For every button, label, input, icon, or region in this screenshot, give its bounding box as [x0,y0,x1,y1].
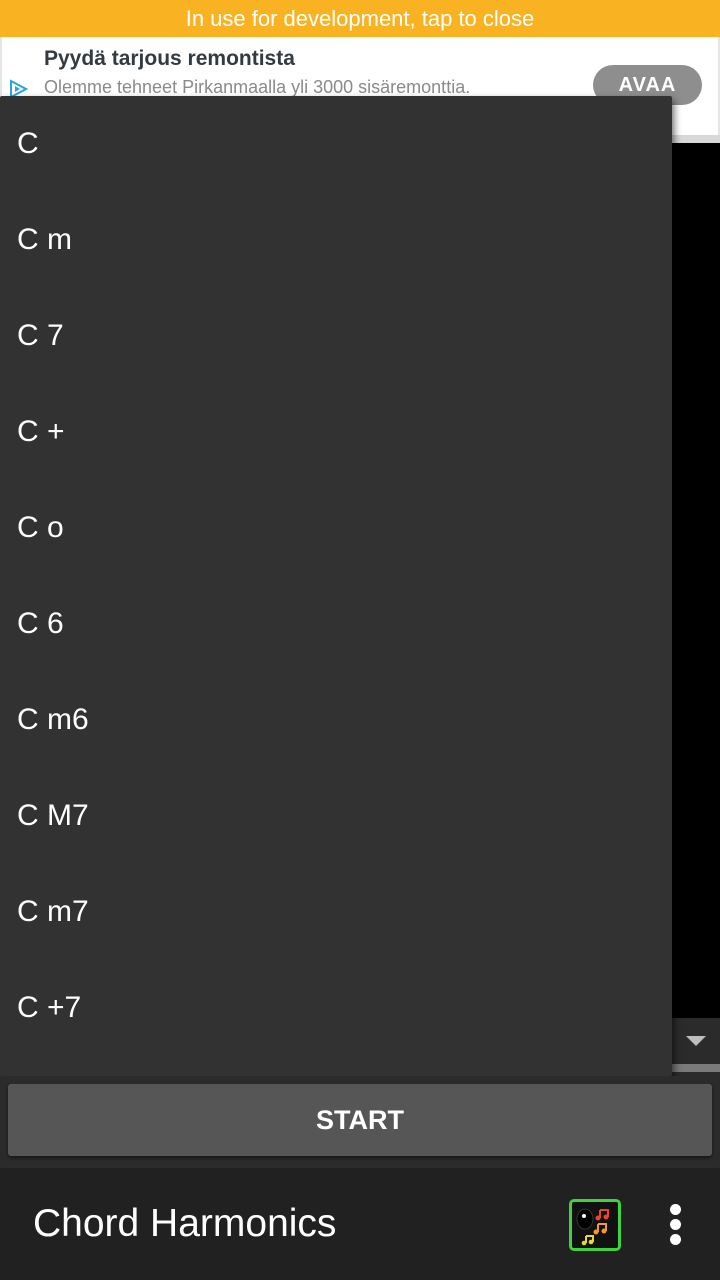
music-notes-icon [576,1208,609,1246]
app-title: Chord Harmonics [33,1202,337,1245]
dropdown-item-c-m[interactable]: C m [0,192,672,288]
development-banner[interactable]: In use for development, tap to close [0,0,720,37]
dot [670,1204,681,1215]
dot [670,1219,681,1230]
content-area [672,143,720,1018]
dropdown-item-c-6[interactable]: C 6 [0,576,672,672]
ad-title: Pyydä tarjous remontista [44,47,295,70]
dropdown-item-c-aug7[interactable]: C +7 [0,960,672,1056]
start-section: START [0,1076,720,1168]
chord-dropdown-list: C C m C 7 C + C o C 6 C m6 C M7 C m7 C +… [0,96,672,1076]
dropdown-item-c-m7[interactable]: C m7 [0,864,672,960]
dropdown-item-c-maj7[interactable]: C M7 [0,768,672,864]
dropdown-item-c[interactable]: C [0,96,672,192]
chord-harmonics-app-icon[interactable] [569,1199,621,1251]
dropdown-item-c-dim[interactable]: C o [0,480,672,576]
spinner-underline [672,1064,720,1072]
app-bar: Chord Harmonics [0,1168,720,1280]
chevron-down-icon[interactable] [686,1036,706,1046]
dropdown-item-c-7[interactable]: C 7 [0,288,672,384]
dot [670,1234,681,1245]
start-button[interactable]: START [8,1084,712,1156]
ad-subtitle: Olemme tehneet Pirkanmaalla yli 3000 sis… [44,77,471,97]
dropdown-item-c-aug[interactable]: C + [0,384,672,480]
overflow-menu-icon[interactable] [664,1204,688,1245]
dropdown-item-c-m6[interactable]: C m6 [0,672,672,768]
